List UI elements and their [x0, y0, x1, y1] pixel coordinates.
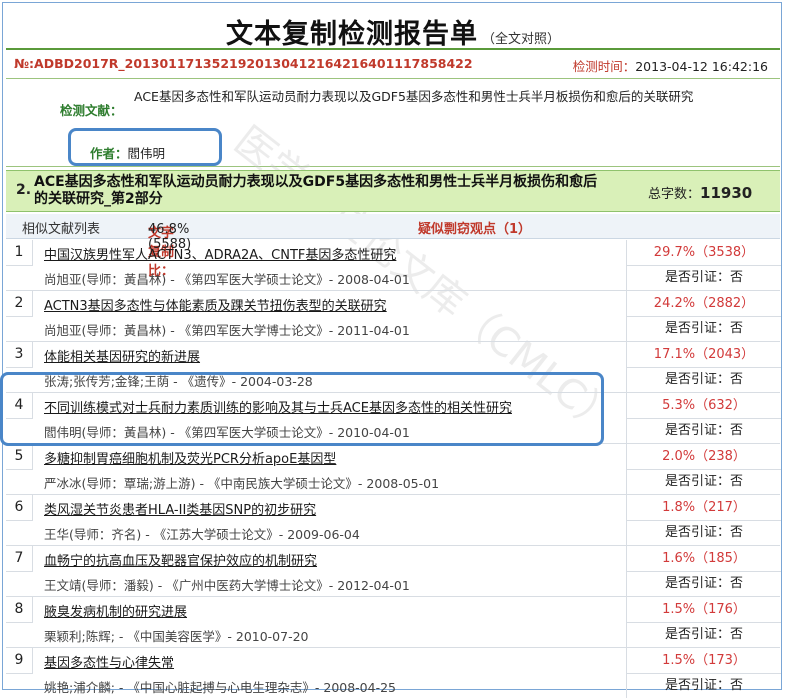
item-index: 3	[6, 342, 33, 368]
item-title-link[interactable]: 血畅宁的抗高血压及靶器官保护效应的机制研究	[44, 550, 317, 569]
detect-time: 检测时间：2013-04-12 16:42:16	[573, 56, 768, 75]
word-count-value: 11930	[700, 184, 753, 202]
item-title-link[interactable]: 基因多态性与心律失常	[44, 652, 174, 671]
section-number: 2.	[16, 182, 32, 198]
item-index: 5	[6, 444, 33, 470]
item-percent: 2.0%（238）	[626, 444, 781, 470]
item-meta: 严冰冰(导师：覃瑞;游上游) - 《中南民族大学硕士论文》- 2008-05-0…	[44, 476, 440, 491]
word-count-label: 总字数：	[648, 187, 701, 202]
item-cite: 是否引证：否	[626, 265, 781, 290]
similar-list-label: 相似文献列表	[22, 222, 101, 237]
item-cite: 是否引证：否	[626, 571, 781, 596]
word-count: 总字数：11930	[648, 183, 752, 202]
item-percent: 1.5%（173）	[626, 648, 781, 674]
similar-list: 1 中国汉族男性军人ACTN3、ADRA2A、CNTF基因多态性研究 尚旭亚(导…	[6, 240, 781, 698]
stats-bar: 相似文献列表 文字复制比： 46.8%(5588) 疑似剽窃观点（1）	[6, 214, 780, 279]
item-title-link[interactable]: 腋臭发病机制的研究进展	[44, 601, 187, 620]
item-percent: 1.8%（217）	[626, 495, 781, 521]
section-title: ACE基因多态性和军队运动员耐力表现以及GDF5基因多态性和男性士兵半月板损伤和…	[34, 174, 598, 207]
item-meta: 尚旭亚(导师：黃昌林) - 《第四军医大学博士论文》- 2011-04-01	[44, 323, 410, 338]
divider	[6, 166, 780, 167]
divider	[6, 78, 780, 79]
item-meta: 栗颖利;陈辉; - 《中国美容医学》- 2010-07-20	[44, 629, 309, 644]
item-meta: 尚旭亚(导师：黃昌林) - 《第四军医大学硕士论文》- 2008-04-01	[44, 272, 410, 287]
item-title-link[interactable]: 中国汉族男性军人ACTN3、ADRA2A、CNTF基因多态性研究	[44, 244, 396, 263]
item-meta: 姚艳;浦介麟; - 《中国心脏起搏与心电生理杂志》- 2008-04-25	[44, 680, 397, 695]
list-item: 8 腋臭发病机制的研究进展 栗颖利;陈辉; - 《中国美容医学》- 2010-0…	[6, 597, 781, 648]
list-item: 2 ACTN3基因多态性与体能素质及踝关节扭伤表型的关联研究 尚旭亚(导师：黃昌…	[6, 291, 781, 342]
item-cite: 是否引证：否	[626, 673, 781, 698]
item-title-link[interactable]: 多糖抑制胃癌细胞机制及荧光PCR分析apoE基因型	[44, 448, 336, 467]
match-highlight	[0, 372, 604, 446]
item-title-link[interactable]: 类风湿关节炎患者HLA-II类基因SNP的初步研究	[44, 499, 316, 518]
item-index: 1	[6, 240, 33, 266]
item-percent: 1.5%（176）	[626, 597, 781, 623]
item-percent: 24.2%（2882）	[626, 291, 781, 317]
doc-label: 检测文献：	[60, 103, 123, 118]
list-item: 7 血畅宁的抗高血压及靶器官保护效应的机制研究 王文靖(导师：潘毅) - 《广州…	[6, 546, 781, 597]
item-cite: 是否引证：否	[626, 520, 781, 545]
report-title: 文本复制检测报告单	[225, 19, 478, 50]
suspected-plagiarism[interactable]: 疑似剽窃观点（1）	[418, 218, 531, 237]
item-meta: 王华(导师：齐名) - 《江苏大学硕士论文》- 2009-06-04	[44, 527, 360, 542]
item-title-link[interactable]: ACTN3基因多态性与体能素质及踝关节扭伤表型的关联研究	[44, 295, 387, 314]
report-header: 文本复制检测报告单 （全文对照）	[0, 12, 786, 51]
item-index: 7	[6, 546, 33, 572]
item-title-link[interactable]: 体能相关基因研究的新进展	[44, 346, 200, 365]
doc-title: ACE基因多态性和军队运动员耐力表现以及GDF5基因多态性和男性士兵半月板损伤和…	[134, 89, 694, 104]
item-index: 2	[6, 291, 33, 317]
report-id: №:ADBD2017R_2013011713521920130412164216…	[14, 56, 473, 71]
section-header: 2. ACE基因多态性和军队运动员耐力表现以及GDF5基因多态性和男性士兵半月板…	[6, 170, 780, 212]
item-cite: 是否引证：否	[626, 367, 781, 392]
item-percent: 1.6%（185）	[626, 546, 781, 572]
list-item: 5 多糖抑制胃癌细胞机制及荧光PCR分析apoE基因型 严冰冰(导师：覃瑞;游上…	[6, 444, 781, 495]
item-index: 8	[6, 597, 33, 623]
item-cite: 是否引证：否	[626, 316, 781, 341]
item-index: 9	[6, 648, 33, 674]
item-percent: 29.7%（3538）	[626, 240, 781, 266]
item-meta: 王文靖(导师：潘毅) - 《广州中医药大学博士论文》- 2012-04-01	[44, 578, 410, 593]
detect-time-value: 2013-04-12 16:42:16	[635, 59, 768, 74]
item-index: 6	[6, 495, 33, 521]
item-cite: 是否引证：否	[626, 469, 781, 494]
author-highlight	[68, 128, 222, 166]
item-cite: 是否引证：否	[626, 622, 781, 647]
report-subtitle: （全文对照）	[481, 32, 560, 47]
list-item: 1 中国汉族男性军人ACTN3、ADRA2A、CNTF基因多态性研究 尚旭亚(导…	[6, 240, 781, 291]
item-percent: 5.3%（632）	[626, 393, 781, 419]
divider	[6, 48, 780, 50]
item-cite: 是否引证：否	[626, 418, 781, 443]
item-percent: 17.1%（2043）	[626, 342, 781, 368]
list-item: 6 类风湿关节炎患者HLA-II类基因SNP的初步研究 王华(导师：齐名) - …	[6, 495, 781, 546]
list-item: 9 基因多态性与心律失常 姚艳;浦介麟; - 《中国心脏起搏与心电生理杂志》- …	[6, 648, 781, 698]
detect-time-label: 检测时间：	[572, 59, 636, 74]
